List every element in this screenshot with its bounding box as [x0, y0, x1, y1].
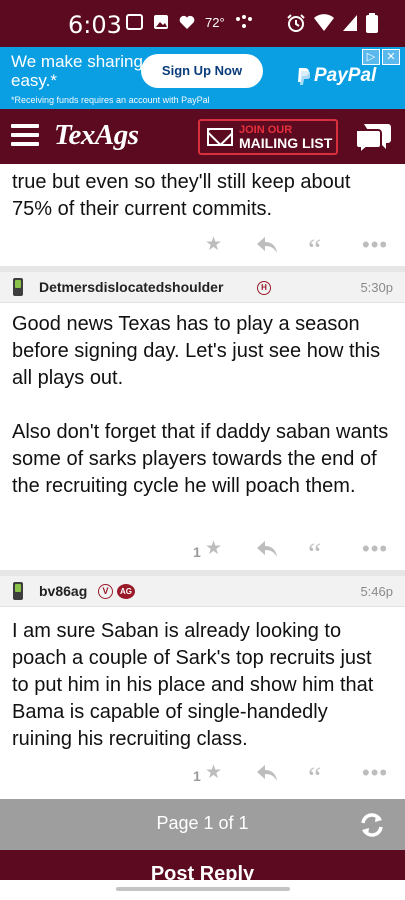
heart-icon	[179, 15, 195, 29]
post-actions: 1 ★ “ •••	[0, 536, 405, 569]
ad-close-icon[interactable]: ✕	[382, 49, 400, 65]
status-icons-left: 72°	[126, 14, 253, 30]
ad-banner[interactable]: We make sharing easy.* Sign Up Now *Rece…	[0, 47, 405, 109]
star-icon[interactable]: ★	[205, 760, 222, 786]
gallery-icon	[154, 15, 168, 29]
mailing-list-text: MAILING LIST	[239, 135, 333, 151]
reply-icon[interactable]	[256, 760, 278, 790]
ad-headline: We make sharing easy.*	[11, 52, 143, 90]
post-header: Detmersdislocatedshoulder H 5:30p	[0, 272, 405, 303]
post-username[interactable]: bv86ag	[39, 583, 87, 599]
paypal-logo-icon	[298, 68, 310, 85]
post-body-container: Good news Texas has to play a season bef…	[0, 311, 405, 500]
alarm-icon	[287, 14, 305, 32]
page-indicator[interactable]: Page 1 of 1	[0, 813, 405, 834]
gesture-handle[interactable]	[116, 887, 290, 891]
post-body: true but even so they'll still keep abou…	[12, 171, 351, 220]
status-icons-right	[286, 13, 378, 33]
status-temperature: 72°	[205, 14, 225, 30]
system-nav-bar	[0, 880, 405, 900]
menu-icon[interactable]	[11, 124, 39, 146]
site-header: TexAgs JOIN OUR MAILING LIST	[0, 109, 405, 164]
ad-brand: PayPal	[314, 65, 377, 86]
post-actions: 1 ★ “ •••	[0, 760, 405, 793]
more-icon[interactable]: •••	[362, 760, 388, 786]
more-icon[interactable]: •••	[362, 536, 388, 562]
site-logo[interactable]: TexAgs	[54, 119, 139, 152]
wifi-icon	[314, 14, 334, 31]
ad-info-icon[interactable]: ▷	[362, 49, 380, 65]
status-bar: 6:03 72°	[0, 0, 405, 47]
quote-icon[interactable]: “	[308, 763, 321, 793]
reply-icon[interactable]	[256, 232, 278, 262]
dots-icon	[235, 15, 252, 28]
post-body-container: I am sure Saban is already looking to po…	[0, 618, 405, 753]
post-body-paragraph: Also don't forget that if daddy saban wa…	[12, 421, 389, 497]
post-reply-button[interactable]: Post Reply	[0, 850, 405, 880]
mailing-list-label: JOIN OUR MAILING LIST	[239, 124, 332, 150]
post-time: 5:46p	[360, 584, 393, 599]
mobile-device-icon	[13, 278, 23, 296]
honor-badge-icon: H	[257, 281, 271, 295]
quote-icon[interactable]: “	[308, 235, 321, 265]
app-root: 6:03 72° We make sharing easy.* Sign Up …	[0, 0, 405, 900]
star-count: 1	[193, 544, 201, 560]
ag-badge-icon: AG	[117, 584, 135, 599]
star-count: 1	[193, 768, 201, 784]
star-icon[interactable]: ★	[205, 536, 222, 562]
signal-icon	[343, 15, 357, 31]
post-time: 5:30p	[360, 280, 393, 295]
status-time: 6:03	[68, 11, 122, 39]
ad-choices[interactable]: ▷ ✕	[362, 49, 402, 65]
quote-icon[interactable]: “	[308, 539, 321, 569]
thread-content[interactable]: true but even so they'll still keep abou…	[0, 164, 405, 799]
post-partial: true but even so they'll still keep abou…	[0, 169, 405, 223]
post-body-paragraph: I am sure Saban is already looking to po…	[12, 620, 374, 750]
mailing-list-button[interactable]: JOIN OUR MAILING LIST	[198, 119, 338, 155]
post-reply-label: Post Reply	[150, 863, 255, 880]
post-actions: ★ “ •••	[0, 232, 405, 265]
post-body-paragraph: Good news Texas has to play a season bef…	[12, 313, 381, 389]
verified-badge-icon: V	[98, 584, 113, 599]
more-icon[interactable]: •••	[362, 232, 388, 258]
reply-icon[interactable]	[256, 536, 278, 566]
chat-icon[interactable]	[354, 122, 392, 154]
pager-bar: Page 1 of 1	[0, 799, 405, 850]
post-header: bv86ag V AG 5:46p	[0, 576, 405, 607]
ad-signup-button[interactable]: Sign Up Now	[141, 54, 263, 88]
screen-record-icon	[126, 14, 143, 30]
star-icon[interactable]: ★	[205, 232, 222, 258]
ad-fine-print: *Receiving funds requires an account wit…	[11, 95, 210, 105]
refresh-icon[interactable]	[357, 810, 387, 840]
battery-icon	[366, 13, 378, 33]
mobile-device-icon	[13, 582, 23, 600]
envelope-icon	[207, 128, 233, 146]
post-username[interactable]: Detmersdislocatedshoulder	[39, 279, 223, 295]
